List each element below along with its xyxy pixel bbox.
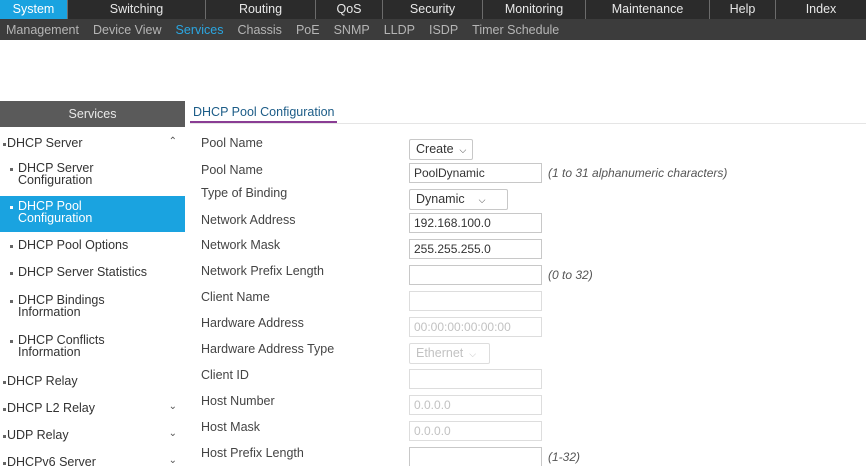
subnav-chassis[interactable]: Chassis bbox=[237, 23, 281, 37]
bullet-icon bbox=[10, 245, 13, 248]
sidebar-item-label: UDP Relay bbox=[7, 428, 69, 442]
network-prefix-length-hint: (0 to 32) bbox=[548, 268, 593, 282]
sidebar-item-label: DHCP Pool Options bbox=[18, 238, 129, 252]
hardware-address-label: Hardware Address bbox=[201, 316, 304, 330]
sidebar-item-dhcp-conflicts-information[interactable]: DHCP Conflicts Information bbox=[0, 334, 185, 358]
bullet-icon bbox=[3, 381, 6, 384]
host-prefix-length-input[interactable] bbox=[409, 447, 542, 466]
sidebar-item-udp-relay[interactable]: UDP Relay ⌄ bbox=[0, 428, 185, 442]
client-id-input[interactable] bbox=[409, 369, 542, 389]
hardware-address-type-value: Ethernet bbox=[416, 346, 464, 360]
chevron-up-icon[interactable]: ⌃ bbox=[169, 136, 177, 147]
chevron-down-icon[interactable]: ⌄ bbox=[169, 455, 177, 466]
pool-name-select-value: Create bbox=[416, 142, 454, 156]
sidebar-item-label: DHCP Server bbox=[7, 136, 83, 150]
client-id-label: Client ID bbox=[201, 368, 249, 382]
sidebar-item-dhcp-pool-configuration[interactable]: DHCP Pool Configuration bbox=[0, 196, 185, 232]
top-nav: System Switching Routing QoS Security Mo… bbox=[0, 0, 866, 19]
pool-name-input[interactable] bbox=[409, 163, 542, 183]
pool-name-hint: (1 to 31 alphanumeric characters) bbox=[548, 166, 728, 180]
pool-name-select-label: Pool Name bbox=[201, 136, 263, 150]
host-number-input[interactable] bbox=[409, 395, 542, 415]
sidebar-item-label: DHCPv6 Server bbox=[7, 455, 96, 466]
bullet-icon bbox=[10, 206, 13, 209]
pool-name-select[interactable]: Create ⌵ bbox=[409, 139, 473, 160]
sidebar-item-dhcp-server-configuration[interactable]: DHCP Server Configuration bbox=[0, 162, 185, 186]
bullet-icon bbox=[10, 272, 13, 275]
chevron-down-icon: ⌵ bbox=[469, 349, 477, 359]
sidebar-item-label: DHCP Pool Configuration bbox=[18, 199, 93, 225]
tab-maintenance[interactable]: Maintenance bbox=[586, 0, 710, 19]
subnav-services[interactable]: Services bbox=[176, 23, 224, 37]
hardware-address-input[interactable] bbox=[409, 317, 542, 337]
bullet-icon bbox=[3, 143, 6, 146]
chevron-down-icon: ⌵ bbox=[459, 145, 467, 155]
sidebar-item-dhcp-pool-options[interactable]: DHCP Pool Options bbox=[0, 239, 185, 251]
hardware-address-type-select[interactable]: Ethernet ⌵ bbox=[409, 343, 490, 364]
subnav-snmp[interactable]: SNMP bbox=[334, 23, 370, 37]
type-of-binding-select[interactable]: Dynamic ⌵ bbox=[409, 189, 508, 210]
sidebar-item-dhcp-server[interactable]: DHCP Server ⌃ bbox=[0, 136, 185, 150]
type-of-binding-label: Type of Binding bbox=[201, 186, 288, 200]
host-mask-input[interactable] bbox=[409, 421, 542, 441]
subnav-timer-schedule[interactable]: Timer Schedule bbox=[472, 23, 559, 37]
sidebar-item-label: DHCP Server Statistics bbox=[18, 265, 147, 279]
bullet-icon bbox=[3, 462, 6, 465]
sidebar-item-dhcp-server-statistics[interactable]: DHCP Server Statistics bbox=[0, 266, 185, 278]
tab-help[interactable]: Help bbox=[710, 0, 776, 19]
hardware-address-type-label: Hardware Address Type bbox=[201, 342, 335, 356]
tab-switching[interactable]: Switching bbox=[68, 0, 206, 19]
subnav-lldp[interactable]: LLDP bbox=[384, 23, 415, 37]
client-name-input[interactable] bbox=[409, 291, 542, 311]
network-prefix-length-label: Network Prefix Length bbox=[201, 264, 324, 278]
subnav-isdp[interactable]: ISDP bbox=[429, 23, 458, 37]
chevron-down-icon[interactable]: ⌄ bbox=[169, 401, 177, 412]
host-mask-label: Host Mask bbox=[201, 420, 261, 434]
network-prefix-length-input[interactable] bbox=[409, 265, 542, 285]
type-of-binding-value: Dynamic bbox=[416, 192, 465, 206]
tab-system[interactable]: System bbox=[0, 0, 68, 19]
sidebar-item-dhcp-bindings-information[interactable]: DHCP Bindings Information bbox=[0, 294, 185, 318]
tab-index[interactable]: Index bbox=[776, 0, 866, 19]
network-address-input[interactable] bbox=[409, 213, 542, 233]
tab-security[interactable]: Security bbox=[383, 0, 483, 19]
section-title: DHCP Pool Configuration bbox=[193, 105, 335, 119]
sidebar-item-dhcp-relay[interactable]: DHCP Relay bbox=[0, 374, 185, 388]
tab-routing[interactable]: Routing bbox=[206, 0, 316, 19]
sidebar-item-dhcp-l2-relay[interactable]: DHCP L2 Relay ⌄ bbox=[0, 401, 185, 415]
sidebar-header: Services bbox=[0, 101, 185, 127]
host-prefix-length-hint: (1-32) bbox=[548, 450, 581, 464]
chevron-down-icon: ⌵ bbox=[478, 195, 486, 205]
bullet-icon bbox=[10, 168, 13, 171]
tab-monitoring[interactable]: Monitoring bbox=[483, 0, 586, 19]
sidebar-item-label: DHCP Relay bbox=[7, 374, 78, 388]
bullet-icon bbox=[10, 340, 13, 343]
sidebar-item-label: DHCP Conflicts Information bbox=[18, 333, 105, 359]
network-mask-input[interactable] bbox=[409, 239, 542, 259]
sidebar-item-label: DHCP L2 Relay bbox=[7, 401, 96, 415]
section-divider bbox=[190, 123, 866, 124]
sidebar-item-label: DHCP Bindings Information bbox=[18, 293, 105, 319]
subnav-device-view[interactable]: Device View bbox=[93, 23, 162, 37]
tab-qos[interactable]: QoS bbox=[316, 0, 383, 19]
bullet-icon bbox=[3, 408, 6, 411]
bullet-icon bbox=[3, 435, 6, 438]
network-address-label: Network Address bbox=[201, 213, 296, 227]
sidebar: Services DHCP Server ⌃ DHCP Server Confi… bbox=[0, 101, 185, 466]
client-name-label: Client Name bbox=[201, 290, 270, 304]
sidebar-item-label: DHCP Server Configuration bbox=[18, 161, 94, 187]
subnav-management[interactable]: Management bbox=[6, 23, 79, 37]
subnav-poe[interactable]: PoE bbox=[296, 23, 320, 37]
host-number-label: Host Number bbox=[201, 394, 275, 408]
sub-nav: Management Device View Services Chassis … bbox=[0, 19, 866, 40]
sidebar-item-dhcpv6-server[interactable]: DHCPv6 Server ⌄ bbox=[0, 455, 185, 466]
pool-name-label: Pool Name bbox=[201, 163, 263, 177]
bullet-icon bbox=[10, 300, 13, 303]
chevron-down-icon[interactable]: ⌄ bbox=[169, 428, 177, 439]
network-mask-label: Network Mask bbox=[201, 238, 281, 252]
host-prefix-length-label: Host Prefix Length bbox=[201, 446, 304, 460]
